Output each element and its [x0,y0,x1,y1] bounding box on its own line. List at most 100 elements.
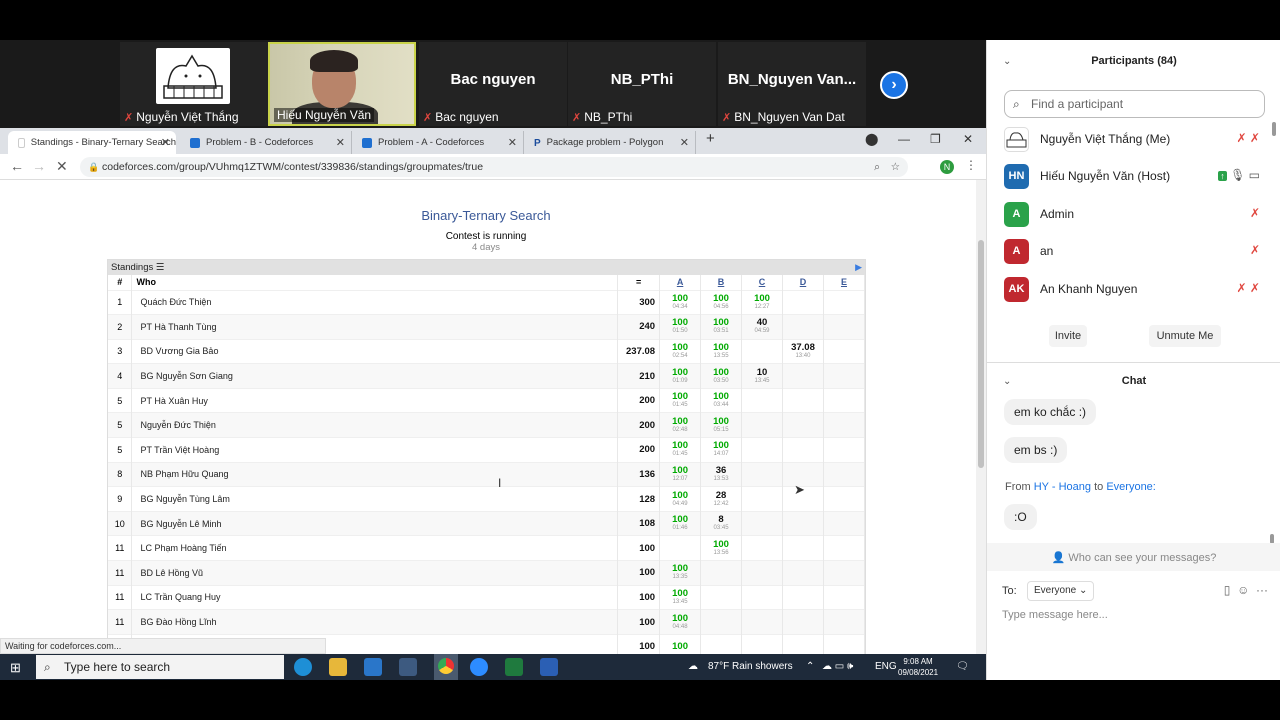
close-icon[interactable]: ✕ [161,136,170,149]
problem-cell[interactable]: 100 02:54 [659,338,702,364]
recipient-name[interactable]: Everyone: [1106,481,1156,493]
taskbar-search[interactable]: ⌕ Type here to search [36,655,284,679]
problem-cell[interactable] [741,584,783,610]
problem-cell[interactable]: 100 04:48 [659,609,702,635]
participant-name-cell[interactable]: PT Trần Việt Hoàng [131,437,619,463]
participant-row[interactable]: A an ✗ [1004,238,1264,266]
new-tab-icon[interactable]: + [706,130,715,147]
who-can-see[interactable]: 👤 Who can see your messages? [987,551,1280,564]
problem-cell[interactable]: 37.08 13:40 [782,338,824,364]
problem-cell[interactable] [782,535,824,561]
participant-name-cell[interactable]: LC Phạm Hoàng Tiến [131,535,619,561]
participant-name-cell[interactable]: LC Trần Quang Huy [131,584,619,610]
notification-icon[interactable]: 🗨 [956,654,969,680]
windows-start-icon[interactable]: ⊞ [10,660,21,676]
col-problem-a[interactable]: A [659,275,702,290]
problem-cell[interactable] [741,560,783,586]
problem-cell[interactable]: 100 05:15 [700,412,743,438]
participant-name-cell[interactable]: PT Hà Thanh Tùng [131,314,619,340]
problem-cell[interactable] [741,633,783,654]
problem-cell[interactable] [741,338,783,364]
weather-text[interactable]: 87°F Rain showers [708,654,793,680]
problem-cell[interactable]: 100 13:45 [659,584,702,610]
problem-cell[interactable] [741,486,783,512]
page-scrollbar[interactable] [976,180,986,654]
video-tile[interactable]: NB_PThi ✗ NB_PThi [568,42,716,126]
problem-cell[interactable]: 100 13:55 [700,338,743,364]
participant-search-input[interactable]: ⌕ Find a participant [1004,90,1265,118]
word-icon[interactable] [540,658,558,676]
problem-cell[interactable]: 100 01:50 [659,314,702,340]
problem-cell[interactable] [823,289,866,315]
scroll-thumb[interactable] [978,240,984,468]
problem-cell[interactable] [741,412,783,438]
problem-cell[interactable] [782,314,824,340]
panel-scrollbar[interactable] [1272,122,1276,136]
participant-name-cell[interactable]: BG Nguyễn Lê Minh [131,510,619,536]
problem-cell[interactable] [823,338,866,364]
problem-cell[interactable] [741,387,783,413]
problem-cell[interactable] [823,609,866,635]
problem-cell[interactable] [741,535,783,561]
video-tile[interactable]: BN_Nguyen Van... ✗ BN_Nguyen Van Dat [718,42,866,126]
problem-cell[interactable] [700,609,743,635]
edge-icon[interactable] [294,658,312,676]
zoom-app-icon[interactable] [470,658,488,676]
video-tile[interactable]: ✗ Nguyễn Việt Thắng [120,42,268,126]
participant-row[interactable]: AK An Khanh Nguyen ✗ ✗ [1004,276,1264,304]
problem-cell[interactable] [823,363,866,389]
problem-cell[interactable]: 40 04:59 [741,314,783,340]
file-explorer-icon[interactable] [329,658,347,676]
problem-cell[interactable]: 100 03:44 [700,387,743,413]
col-problem-d[interactable]: D [782,275,824,290]
participant-row[interactable]: HN Hiếu Nguyễn Văn (Host) ↑ 🎙 ▭ [1004,163,1264,191]
problem-cell[interactable] [823,314,866,340]
participant-name-cell[interactable]: BG Đào Hồng Lĩnh [131,609,619,635]
weather-icon[interactable]: ☁ [688,654,698,680]
problem-cell[interactable] [823,584,866,610]
problem-cell[interactable]: 100 03:51 [700,314,743,340]
store-icon[interactable] [399,658,417,676]
problem-cell[interactable]: 10 13:45 [741,363,783,389]
problem-cell[interactable]: 100 [659,633,702,654]
problem-cell[interactable] [823,633,866,654]
chrome-icon[interactable] [434,654,458,680]
message-input[interactable]: Type message here... [1002,609,1108,621]
problem-cell[interactable] [782,437,824,463]
problem-cell[interactable] [659,535,702,561]
tab-problem-a[interactable]: Problem - A - Codeforces ✕ [352,131,524,154]
participant-row[interactable]: Nguyễn Việt Thắng (Me) ✗ ✗ [1004,126,1264,154]
problem-cell[interactable]: 100 01:45 [659,437,702,463]
problem-cell[interactable] [700,633,743,654]
problem-cell[interactable] [823,387,866,413]
col-problem-b[interactable]: B [700,275,743,290]
participant-name-cell[interactable]: Nguyễn Đức Thiện [131,412,619,438]
file-icon[interactable]: ▯ [1224,583,1231,597]
problem-cell[interactable]: 100 03:50 [700,363,743,389]
problem-cell[interactable]: 8 03:45 [700,510,743,536]
participant-name-cell[interactable]: Quách Đức Thiện [131,289,619,315]
problem-cell[interactable]: 100 04:56 [700,289,743,315]
participant-name-cell[interactable]: BG Nguyễn Sơn Giang [131,363,619,389]
problem-cell[interactable] [823,486,866,512]
clock[interactable]: 9:08 AM 09/08/2021 [898,656,938,678]
forward-icon[interactable]: → [32,158,46,174]
problem-cell[interactable] [741,461,783,487]
participant-row[interactable]: A Admin ✗ [1004,201,1264,229]
arrow-right-icon[interactable]: ▶ [855,260,862,275]
problem-cell[interactable]: 100 01:46 [659,510,702,536]
minimize-icon[interactable]: — [898,132,910,146]
stop-icon[interactable]: ✕ [56,158,68,175]
video-tile[interactable]: Bac nguyen ✗ Bac nguyen [419,42,567,126]
problem-cell[interactable]: 100 13:56 [700,535,743,561]
tray-icons[interactable]: ☁ ▭ 🕪 [822,654,853,680]
problem-cell[interactable] [700,584,743,610]
tab-search-icon[interactable]: ⬤ [865,132,878,146]
close-icon[interactable]: ✕ [336,136,345,149]
problem-cell[interactable] [782,609,824,635]
problem-cell[interactable] [823,560,866,586]
problem-cell[interactable]: 100 12:27 [741,289,783,315]
problem-cell[interactable] [741,609,783,635]
problem-cell[interactable]: 36 13:53 [700,461,743,487]
participant-name-cell[interactable]: BG Nguyễn Tùng Lâm [131,486,619,512]
